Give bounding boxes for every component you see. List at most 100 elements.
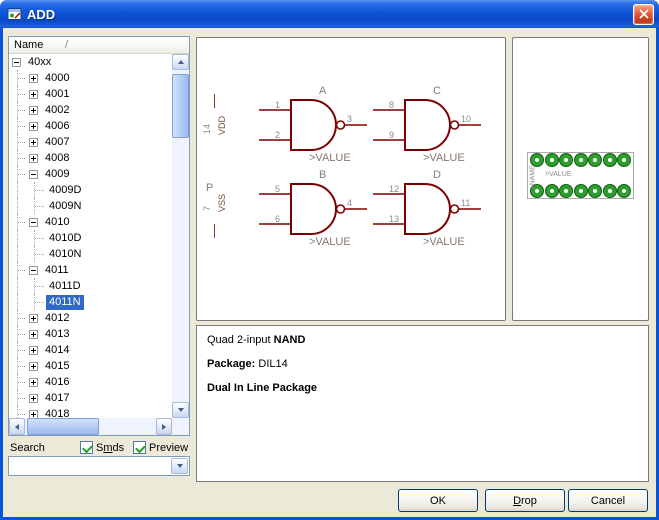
power-pins: 14 VDD P 7 VSS: [201, 56, 235, 286]
gate-letter: B: [319, 169, 326, 181]
tree-item-4010d[interactable]: 4010D: [9, 230, 172, 246]
tree-item-4006[interactable]: 4006: [9, 118, 172, 134]
vertical-scrollbar[interactable]: [172, 54, 189, 418]
scroll-down-button[interactable]: [172, 402, 189, 418]
tree-item-4010[interactable]: 4010: [9, 214, 172, 230]
expand-icon[interactable]: [29, 410, 38, 419]
tree-item-4015[interactable]: 4015: [9, 358, 172, 374]
tree-guide-line: [29, 198, 46, 214]
tree-guide-line: [29, 230, 46, 246]
tree-item-4009n[interactable]: 4009N: [9, 198, 172, 214]
smds-checkbox[interactable]: Smds: [80, 441, 124, 454]
close-button[interactable]: [633, 4, 654, 25]
device-description: Quad 2-input NAND: [207, 334, 638, 346]
tree-item-4011n-selected[interactable]: 4011N: [9, 294, 172, 310]
nand-gate-d: D 12 13 11 >VALUE: [373, 172, 483, 252]
arrow-down-icon: [178, 408, 184, 412]
gate-letter: C: [433, 85, 441, 97]
expand-icon[interactable]: [29, 122, 38, 131]
expand-icon[interactable]: [29, 314, 38, 323]
vertical-scroll-thumb[interactable]: [172, 74, 189, 138]
collapse-icon[interactable]: [29, 170, 38, 179]
pin-number: 8: [389, 100, 394, 110]
tree-item-4009[interactable]: 4009: [9, 166, 172, 182]
power-pin-line: [214, 94, 215, 108]
cancel-button[interactable]: Cancel: [568, 489, 648, 512]
tree-item-4007[interactable]: 4007: [9, 134, 172, 150]
tree-item-4013[interactable]: 4013: [9, 326, 172, 342]
tree-guide-line: [29, 278, 46, 294]
value-placeholder: >VALUE: [309, 152, 351, 164]
tree-guide-line: [12, 182, 29, 198]
tree-item-4000[interactable]: 4000: [9, 70, 172, 86]
tree-guide-line: [12, 390, 29, 406]
preview-checkbox[interactable]: Preview: [133, 441, 188, 454]
library-tree-panel: Name / 40xx 4000 4001 4002 4006 4007 400…: [8, 36, 190, 436]
scroll-right-button[interactable]: [156, 418, 172, 435]
close-x-icon: [639, 9, 649, 19]
tree-guide-line: [12, 230, 29, 246]
drop-button[interactable]: Drop: [485, 489, 565, 512]
horizontal-scroll-thumb[interactable]: [27, 418, 99, 435]
tree-item-4008[interactable]: 4008: [9, 150, 172, 166]
collapse-icon[interactable]: [29, 218, 38, 227]
tree-item-40xx[interactable]: 40xx: [9, 54, 172, 70]
tree-item-4001[interactable]: 4001: [9, 86, 172, 102]
expand-icon[interactable]: [29, 362, 38, 371]
tree-guide-line: [12, 246, 29, 262]
app-icon: [7, 6, 23, 22]
pad: [589, 185, 601, 197]
tree-item-4011[interactable]: 4011: [9, 262, 172, 278]
combo-dropdown-button[interactable]: [171, 458, 188, 474]
pad: [546, 154, 558, 166]
tree-guide-line: [12, 278, 29, 294]
tree-column-header[interactable]: Name /: [9, 37, 189, 54]
package-value-placeholder: >VALUE: [545, 171, 572, 178]
tree-guide-line: [29, 294, 46, 310]
checkmark-icon: [133, 441, 146, 454]
pad: [560, 154, 572, 166]
tree-item-4002[interactable]: 4002: [9, 102, 172, 118]
collapse-icon[interactable]: [29, 266, 38, 275]
tree-item-4010n[interactable]: 4010N: [9, 246, 172, 262]
tree-item-4014[interactable]: 4014: [9, 342, 172, 358]
tree-guide-line: [12, 150, 29, 166]
arrow-down-icon: [177, 464, 183, 468]
expand-icon[interactable]: [29, 378, 38, 387]
tree-item-4009d[interactable]: 4009D: [9, 182, 172, 198]
search-input[interactable]: [11, 458, 170, 474]
pad: [575, 185, 587, 197]
tree-item-4012[interactable]: 4012: [9, 310, 172, 326]
power-pin-name-vss: VSS: [217, 186, 227, 212]
expand-icon[interactable]: [29, 106, 38, 115]
tree-item-4011d[interactable]: 4011D: [9, 278, 172, 294]
pin-number: 5: [275, 184, 280, 194]
title-bar[interactable]: ADD: [0, 0, 659, 28]
search-combobox[interactable]: [8, 456, 190, 476]
expand-icon[interactable]: [29, 346, 38, 355]
tree-item-4016[interactable]: 4016: [9, 374, 172, 390]
expand-icon[interactable]: [29, 394, 38, 403]
tree-item-4017[interactable]: 4017: [9, 390, 172, 406]
sort-ascending-icon: /: [65, 37, 68, 53]
expand-icon[interactable]: [29, 138, 38, 147]
gate-letter: D: [433, 169, 441, 181]
horizontal-scrollbar[interactable]: [9, 418, 172, 435]
tree-item-4018[interactable]: 4018: [9, 406, 172, 418]
pin-number: 6: [275, 214, 280, 224]
symbol-preview-panel: 14 VDD P 7 VSS A 1 2 3: [196, 37, 506, 321]
expand-icon[interactable]: [29, 74, 38, 83]
scroll-left-button[interactable]: [9, 418, 25, 435]
ok-button[interactable]: OK: [398, 489, 478, 512]
scroll-up-button[interactable]: [172, 54, 189, 70]
expand-icon[interactable]: [29, 154, 38, 163]
checkmark-icon: [80, 441, 93, 454]
expand-icon[interactable]: [29, 90, 38, 99]
add-dialog: ADD Name / 40xx 4000 4001 4002 4006 4007…: [0, 0, 659, 520]
pad: [618, 185, 630, 197]
tree-guide-line: [12, 374, 29, 390]
collapse-icon[interactable]: [12, 58, 21, 67]
power-pin-line: [214, 224, 215, 238]
nand-gate-b: B 5 6 4 >VALUE: [259, 172, 369, 252]
expand-icon[interactable]: [29, 330, 38, 339]
